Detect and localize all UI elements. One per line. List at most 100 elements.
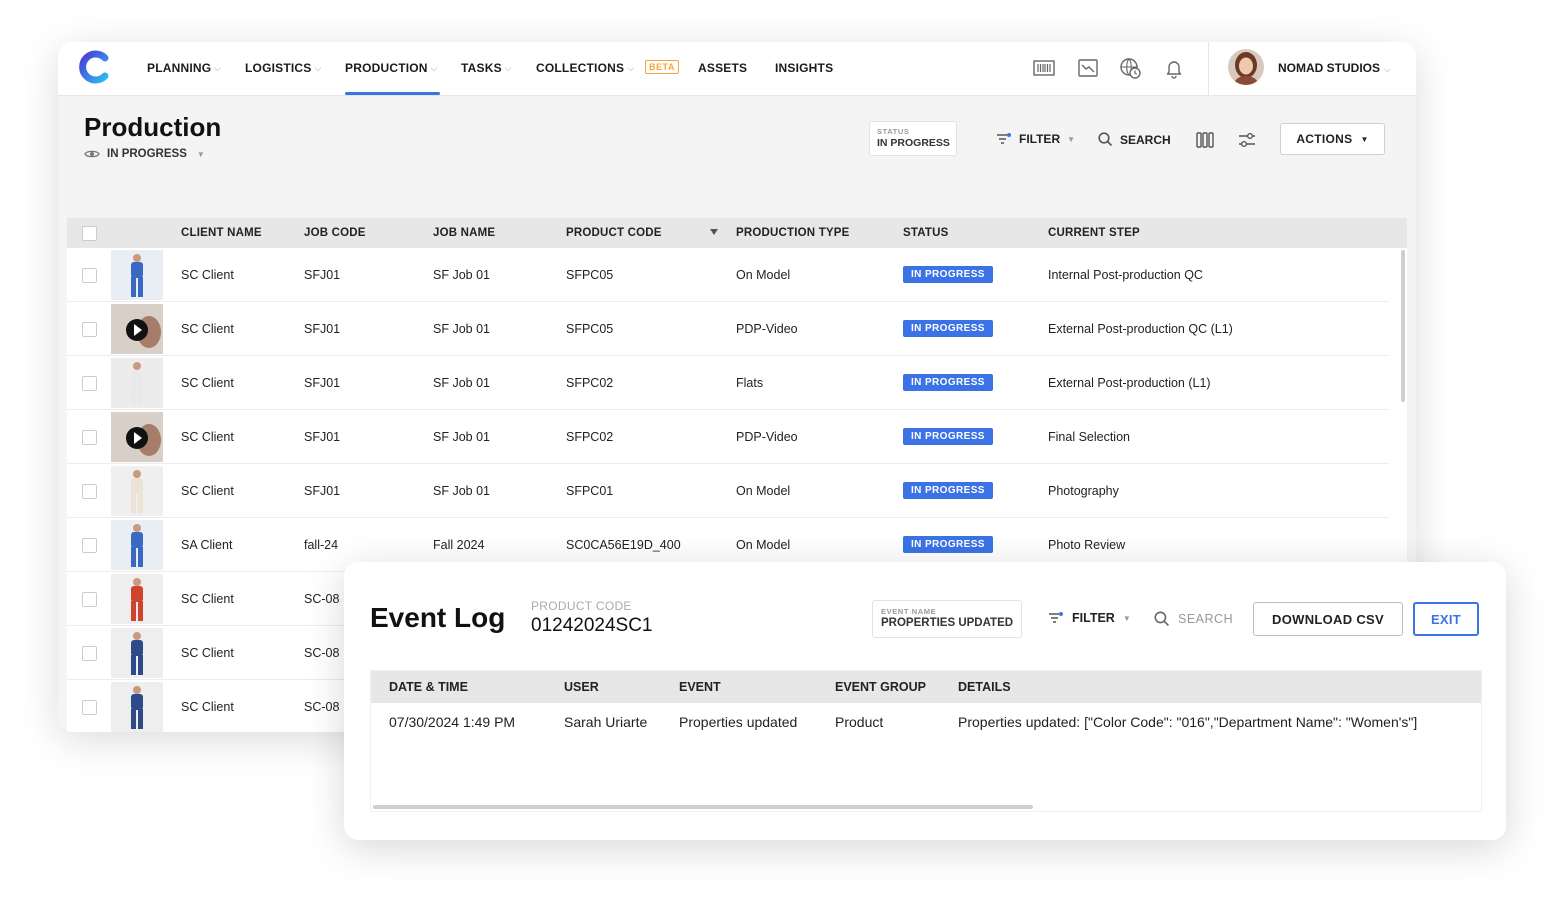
row-checkbox[interactable] (82, 430, 97, 445)
col-product-code[interactable]: PRODUCT CODE (566, 227, 662, 239)
barcode-icon[interactable] (1033, 57, 1055, 79)
client-name-cell: SC Client (181, 430, 234, 444)
row-checkbox[interactable] (82, 484, 97, 499)
globe-clock-icon[interactable] (1119, 57, 1141, 79)
chart-icon[interactable] (1077, 57, 1099, 79)
nav-planning[interactable]: PLANNING ⌵ (147, 61, 221, 75)
col-job-code[interactable]: JOB CODE (304, 227, 366, 239)
top-nav: PLANNING ⌵ LOGISTICS ⌵ PRODUCTION ⌵ TASKS ⌵ … (58, 42, 1416, 96)
nav-tasks[interactable]: TASKS ⌵ (461, 61, 512, 75)
filter-icon (997, 133, 1011, 144)
col-event[interactable]: EVENT (679, 680, 721, 694)
video-thumbnail[interactable] (111, 304, 163, 354)
vertical-scrollbar[interactable] (1401, 250, 1405, 402)
col-production-type[interactable]: PRODUCTION TYPE (736, 227, 850, 239)
nav-collections[interactable]: COLLECTIONS ⌵ (536, 61, 634, 75)
production-type-cell: On Model (736, 268, 791, 282)
caret-down-icon: ▼ (1360, 134, 1369, 144)
col-user[interactable]: USER (564, 680, 599, 694)
chevron-down-icon: ⌵ (214, 63, 222, 73)
col-job-name[interactable]: JOB NAME (433, 227, 495, 239)
production-type-cell: PDP-Video (736, 430, 798, 444)
row-checkbox[interactable] (82, 268, 97, 283)
table-row[interactable]: SC Client SFJ01 SF Job 01 SFPC02 PDP-Video Fi… (67, 410, 1389, 464)
event-log-title: Event Log (370, 602, 506, 633)
col-details[interactable]: DETAILS (958, 680, 1011, 694)
status-badge: IN PROGRESS (903, 536, 993, 553)
production-type-cell: PDP-Video (736, 322, 798, 336)
row-checkbox[interactable] (82, 646, 97, 661)
exit-button[interactable]: EXIT (1413, 602, 1479, 636)
select-all-checkbox[interactable] (82, 226, 97, 241)
table-row[interactable]: SC Client SFJ01 SF Job 01 SFPC01 On Model Pho… (67, 464, 1389, 518)
nav-logistics[interactable]: LOGISTICS ⌵ (245, 61, 322, 75)
columns-icon[interactable] (1195, 130, 1215, 150)
row-checkbox[interactable] (82, 700, 97, 715)
model-figure (111, 574, 163, 624)
status-filter-chip[interactable]: STATUS IN PROGRESS (869, 121, 957, 156)
table-row[interactable]: SC Client SFJ01 SF Job 01 SFPC05 PDP-Video Ex… (67, 302, 1389, 356)
col-event-group[interactable]: EVENT GROUP (835, 680, 926, 694)
status-badge: IN PROGRESS (903, 428, 993, 445)
product-thumbnail[interactable] (111, 682, 163, 732)
job-name-cell: SF Job 01 (433, 430, 490, 444)
chevron-down-icon: ⌵ (627, 63, 635, 73)
product-thumbnail[interactable] (111, 628, 163, 678)
product-thumbnail[interactable] (111, 358, 163, 408)
table-row[interactable]: SC Client SFJ01 SF Job 01 SFPC02 Flats Extern… (67, 356, 1389, 410)
nav-assets[interactable]: ASSETS (698, 61, 747, 75)
production-type-cell: On Model (736, 484, 791, 498)
event-datetime: 07/30/2024 1:49 PM (389, 714, 516, 730)
horizontal-scrollbar[interactable] (373, 805, 1033, 809)
sort-desc-icon[interactable] (710, 229, 718, 235)
chevron-down-icon: ▼ (1067, 134, 1076, 144)
search-button[interactable]: SEARCH (1098, 132, 1171, 147)
video-thumbnail[interactable] (111, 412, 163, 462)
app-logo[interactable] (78, 50, 112, 84)
product-thumbnail[interactable] (111, 520, 163, 570)
event-search-input[interactable]: SEARCH (1178, 612, 1233, 626)
col-client-name[interactable]: CLIENT NAME (181, 227, 262, 239)
col-current-step[interactable]: CURRENT STEP (1048, 227, 1140, 239)
product-code-cell: SFPC05 (566, 268, 614, 282)
event-search[interactable]: SEARCH (1154, 611, 1233, 627)
nav-production[interactable]: PRODUCTION ⌵ (345, 61, 438, 75)
col-date-time[interactable]: DATE & TIME (389, 680, 468, 694)
model-figure (111, 628, 163, 678)
bell-icon[interactable] (1163, 57, 1185, 79)
view-selector[interactable]: IN PROGRESS ▼ (84, 148, 205, 160)
sliders-icon[interactable] (1237, 130, 1257, 150)
row-checkbox[interactable] (82, 376, 97, 391)
job-code-cell: fall-24 (304, 538, 339, 552)
actions-button[interactable]: ACTIONS ▼ (1280, 123, 1385, 155)
nav-insights[interactable]: INSIGHTS (775, 61, 833, 75)
event-user: Sarah Uriarte (564, 714, 648, 730)
org-switcher[interactable]: NOMAD STUDIOS ⌵ (1278, 61, 1391, 75)
col-status[interactable]: STATUS (903, 227, 949, 239)
chevron-down-icon: ⌵ (1384, 64, 1391, 74)
download-csv-button[interactable]: DOWNLOAD CSV (1253, 602, 1403, 636)
event-filter-button[interactable]: FILTER ▼ (1048, 611, 1131, 625)
row-checkbox[interactable] (82, 538, 97, 553)
client-name-cell: SC Client (181, 484, 234, 498)
product-thumbnail[interactable] (111, 250, 163, 300)
current-step-cell: Photography (1048, 484, 1119, 498)
product-thumbnail[interactable] (111, 574, 163, 624)
table-row[interactable]: SC Client SFJ01 SF Job 01 SFPC05 On Model Int… (67, 248, 1389, 302)
row-checkbox[interactable] (82, 592, 97, 607)
filter-button[interactable]: FILTER ▼ (996, 132, 1075, 146)
filter-icon (1049, 612, 1063, 623)
product-thumbnail[interactable] (111, 466, 163, 516)
chevron-down-icon: ▼ (1122, 613, 1131, 623)
job-code-cell: SFJ01 (304, 376, 341, 390)
user-avatar[interactable] (1228, 49, 1264, 85)
status-badge: IN PROGRESS (903, 482, 993, 499)
current-step-cell: External Post-production QC (L1) (1048, 322, 1233, 336)
job-code-cell: SFJ01 (304, 484, 341, 498)
current-step-cell: Photo Review (1048, 538, 1126, 552)
job-code-cell: SFJ01 (304, 268, 341, 282)
row-checkbox[interactable] (82, 322, 97, 337)
event-name-filter-chip[interactable]: EVENT NAME PROPERTIES UPDATED (872, 600, 1022, 638)
product-code-cell: SFPC05 (566, 322, 614, 336)
client-name-cell: SC Client (181, 376, 234, 390)
